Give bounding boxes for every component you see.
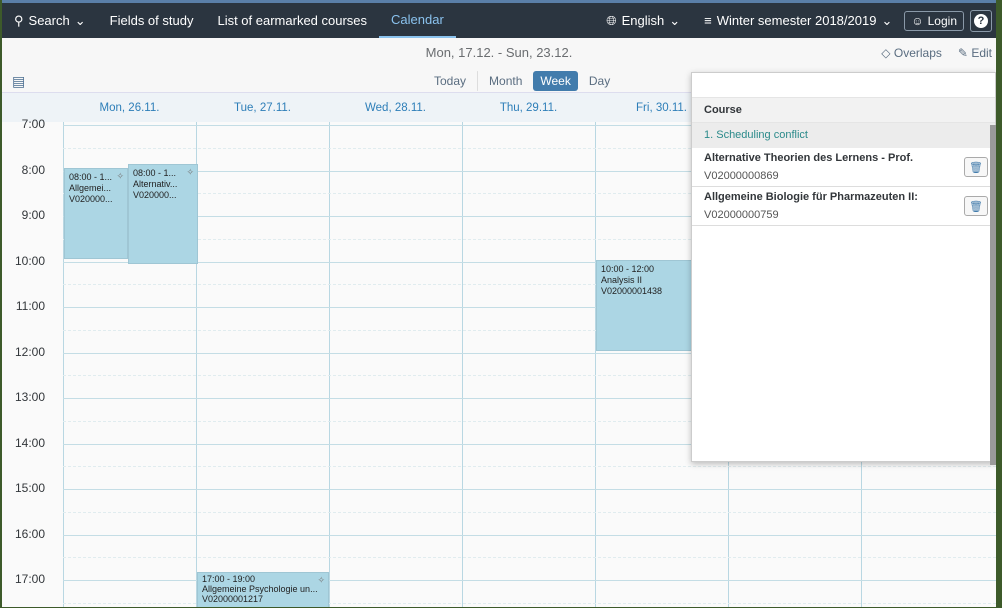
nav-fields-of-study[interactable]: Fields of study: [98, 3, 206, 38]
half-hour-line: [63, 557, 996, 559]
event-time: 08:00 - 1...: [69, 172, 113, 182]
event-title: Analysis II: [601, 275, 643, 285]
half-hour-line: [63, 466, 996, 468]
top-nav: ⚲ Search ⌄ Fields of study List of earmark…: [2, 3, 996, 38]
help-button[interactable]: ?: [970, 9, 992, 32]
time-label: 8:00: [21, 162, 45, 177]
hour-line: [63, 534, 996, 536]
event-code: V020000...: [69, 194, 113, 204]
edit-label: Edit: [971, 46, 992, 60]
language-label: English: [621, 13, 665, 28]
event-code: V020000...: [133, 190, 177, 200]
time-label: 14:00: [14, 435, 45, 450]
chevron-down-icon: ⌄: [74, 12, 86, 28]
login-label: Login: [927, 13, 957, 28]
overlaps-label: Overlaps: [893, 46, 942, 60]
time-label: 15:00: [14, 481, 45, 495]
help-icon: ?: [974, 13, 988, 28]
pin-icon[interactable]: ✧: [317, 575, 325, 585]
conflict-group[interactable]: 1. Scheduling conflict: [692, 123, 995, 148]
search-menu[interactable]: ⚲ Search ⌄: [2, 3, 98, 38]
pin-icon[interactable]: ✧: [186, 167, 194, 178]
warning-diamond-icon: ◇: [881, 46, 891, 60]
trash-icon: 🗑︎: [969, 200, 983, 213]
view-month[interactable]: Month: [482, 71, 529, 91]
nav-earmarked-courses[interactable]: List of earmarked courses: [205, 3, 379, 38]
time-label: 10:00: [14, 253, 45, 268]
event-title: Allgemei...: [69, 183, 112, 193]
semester-select[interactable]: ≡ Winter semester 2018/2019 ⌄: [692, 3, 904, 38]
event-code: V02000001438: [601, 286, 663, 296]
list-view-icon[interactable]: ▤: [12, 73, 25, 90]
overlaps-popover: Course 1. Scheduling conflict Alternativ…: [691, 72, 996, 462]
delete-button[interactable]: 🗑︎: [964, 196, 988, 216]
view-day[interactable]: Day: [582, 71, 617, 91]
time-label: 11:00: [15, 299, 45, 313]
scrollbar[interactable]: [990, 125, 996, 465]
event-time: 08:00 - 1...: [133, 168, 177, 178]
day-header: Thu, 29.11.: [499, 102, 558, 114]
overlaps-button[interactable]: ◇ Overlaps: [881, 46, 942, 60]
time-label: 13:00: [14, 390, 45, 404]
event-card[interactable]: ✧ 08:00 - 1... Allgemei... V020000...: [64, 168, 128, 259]
column-header-course: Course: [692, 97, 995, 123]
event-code: V02000001217: [202, 594, 264, 604]
course-title: Alternative Theorien des Lernens - Prof.: [704, 152, 914, 164]
event-time: 17:00 - 19:00: [202, 574, 256, 584]
pin-icon[interactable]: ✧: [116, 171, 124, 182]
conflict-row: Alternative Theorien des Lernens - Prof.…: [692, 148, 995, 187]
semester-label: Winter semester 2018/2019: [716, 13, 877, 28]
event-title: Alternativ...: [133, 179, 178, 189]
language-select[interactable]: 🌐︎ English ⌄: [594, 3, 692, 38]
time-label: 12:00: [14, 344, 45, 359]
time-label: 17:00: [14, 572, 45, 586]
trash-icon: 🗑︎: [969, 161, 983, 174]
hour-line: [63, 489, 996, 490]
search-icon: ⚲: [14, 12, 24, 28]
course-code: V02000000869: [704, 170, 779, 182]
app-window: ⚲ Search ⌄ Fields of study List of earmark…: [2, 0, 996, 607]
time-label: 16:00: [14, 526, 45, 541]
delete-button[interactable]: 🗑︎: [964, 157, 988, 177]
event-card[interactable]: 10:00 - 12:00 Analysis II V02000001438: [596, 260, 696, 351]
login-button[interactable]: ☺ Login: [904, 10, 964, 31]
date-range: Mon, 17.12. - Sun, 23.12.: [425, 45, 573, 60]
half-hour-line: [63, 511, 996, 513]
day-header: Wed, 28.11.: [365, 102, 426, 114]
course-code: V02000000759: [704, 209, 779, 221]
event-card[interactable]: ✧ 17:00 - 19:00 Allgemeine Psychologie un.…: [197, 572, 329, 607]
conflict-row: Allgemeine Biologie für Pharmazeuten II:…: [692, 187, 995, 226]
chevron-down-icon: ⌄: [881, 12, 893, 28]
time-label: 9:00: [21, 208, 45, 222]
time-label: 7:00: [21, 117, 45, 131]
pencil-icon: ✎: [957, 46, 968, 60]
user-icon: ☺: [911, 13, 924, 28]
chevron-down-icon: ⌄: [669, 12, 681, 28]
course-title: Allgemeine Biologie für Pharmazeuten II:: [704, 191, 918, 203]
event-card[interactable]: ✧ 08:00 - 1... Alternativ... V020000...: [128, 164, 198, 264]
day-header: Mon, 26.11.: [99, 102, 160, 114]
day-header: Tue, 27.11.: [234, 102, 291, 114]
event-title: Allgemeine Psychologie un...: [202, 584, 318, 594]
edit-button[interactable]: ✎ Edit: [958, 46, 992, 60]
event-time: 10:00 - 12:00: [601, 264, 655, 274]
today-button[interactable]: Today: [427, 71, 473, 91]
view-week[interactable]: Week: [533, 71, 578, 91]
nav-calendar[interactable]: Calendar: [379, 3, 456, 38]
filter-icon: ≡: [704, 13, 712, 28]
divider: [477, 71, 479, 91]
search-label: Search: [28, 13, 70, 28]
globe-icon: 🌐︎: [606, 12, 617, 28]
